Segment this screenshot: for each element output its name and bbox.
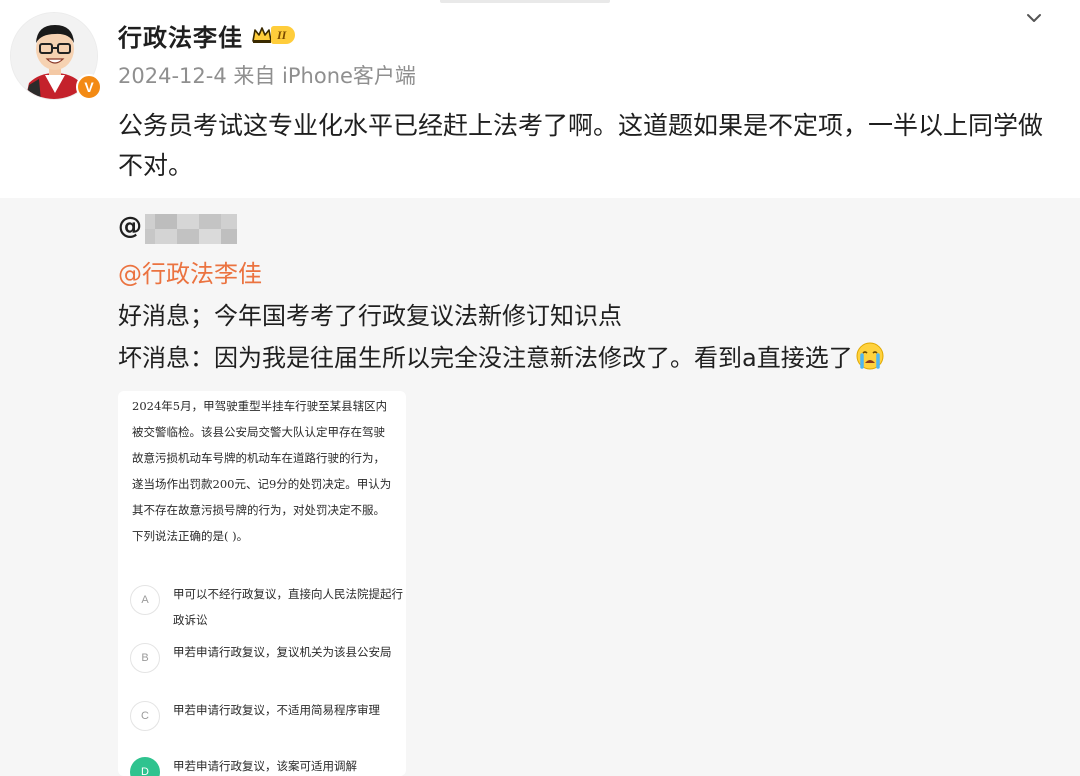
- question-text: 2024年5月，甲驾驶重型半挂车行驶至某县辖区内被交警临检。该县公安局交警大队认…: [132, 399, 392, 543]
- option-b-marker: B: [130, 643, 160, 673]
- reposted-content[interactable]: @ @行政法李佳 好消息；今年国考考了行政复议法新修订知识点 坏消息：因为我是往…: [0, 198, 1080, 776]
- repost-text-line2: 坏消息：因为我是往届生所以完全没注意新法修改了。看到a直接选了: [118, 338, 885, 373]
- vip-level: II: [271, 26, 296, 44]
- option-d-marker: D: [130, 757, 160, 776]
- vip-badge[interactable]: II: [251, 24, 296, 46]
- option-a-marker: A: [130, 585, 160, 615]
- avatar[interactable]: V: [10, 12, 102, 100]
- repost-text-line2-content: 坏消息：因为我是往届生所以完全没注意新法修改了。看到a直接选了: [118, 344, 853, 372]
- crown-icon: [252, 27, 272, 43]
- repost-author-at: @: [118, 212, 142, 240]
- chevron-down-icon[interactable]: [1024, 8, 1044, 28]
- option-b-text: 甲若申请行政复议，复议机关为该县公安局: [173, 645, 392, 659]
- verified-v-icon: V: [76, 74, 102, 100]
- option-c-text: 甲若申请行政复议，不适用简易程序审理: [173, 703, 380, 717]
- crying-emoji-icon: [856, 342, 884, 369]
- author-name[interactable]: 行政法李佳: [118, 18, 243, 53]
- post-date: 2024-12-4: [118, 64, 227, 88]
- post-content: 公务员考试这专业化水平已经赶上法考了啊。这道题如果是不定项，一半以上同学做不对。: [118, 111, 1044, 180]
- option-d-text: 甲若申请行政复议，该案可适用调解: [173, 759, 357, 773]
- top-drag-indicator: [440, 0, 610, 3]
- question-screenshot[interactable]: 2024年5月，甲驾驶重型半挂车行驶至某县辖区内被交警临检。该县公安局交警大队认…: [118, 391, 406, 776]
- blurred-username: [145, 214, 237, 244]
- mention-link[interactable]: @行政法李佳: [118, 254, 262, 289]
- author-row: 行政法李佳 II: [118, 18, 296, 53]
- post-source: 来自 iPhone客户端: [233, 64, 416, 88]
- option-a-text: 甲可以不经行政复议，直接向人民法院提起行政诉讼: [173, 587, 403, 627]
- post-meta: 2024-12-4 来自 iPhone客户端: [118, 60, 416, 90]
- repost-text-line1: 好消息；今年国考考了行政复议法新修订知识点: [118, 302, 622, 330]
- option-c-marker: C: [130, 701, 160, 731]
